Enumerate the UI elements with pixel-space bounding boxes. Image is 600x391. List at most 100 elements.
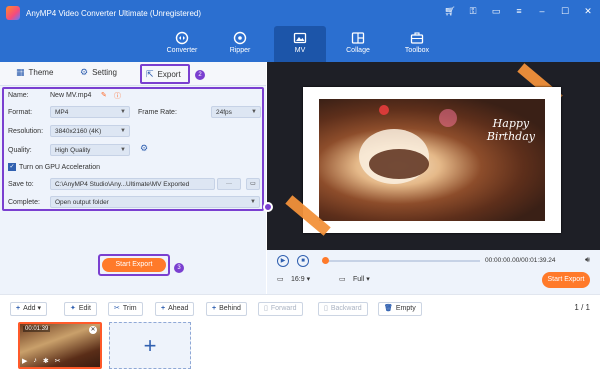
panel-resize-handle[interactable] xyxy=(263,202,273,212)
tab-theme-label: Theme xyxy=(28,68,54,77)
menu-icon[interactable]: ≡ xyxy=(513,6,525,17)
app-logo-icon xyxy=(6,6,20,20)
add-button[interactable]: + Add ▾ xyxy=(10,302,48,316)
info-icon[interactable]: ⓘ xyxy=(114,91,121,101)
resolution-value: 3840x2160 (4K) xyxy=(55,128,102,135)
tab-export[interactable]: ⇱ Export xyxy=(140,64,190,84)
start-export-button[interactable]: Start Export xyxy=(102,258,166,272)
trim-button[interactable]: ✂ Trim xyxy=(108,302,143,316)
ahead-icon: + xyxy=(161,305,166,312)
tab-export-label: Export xyxy=(157,69,181,79)
main-nav: Converter Ripper MV Collage Toolbox xyxy=(0,26,600,62)
complete-label: Complete: xyxy=(8,199,40,206)
display-icon: ▭ xyxy=(339,276,346,283)
behind-button[interactable]: + Behind xyxy=(206,302,247,316)
collage-icon xyxy=(351,32,365,44)
seek-handle[interactable] xyxy=(322,257,329,264)
quality-label: Quality: xyxy=(8,147,32,154)
step-badge-start-export: 3 xyxy=(174,263,184,273)
forward-icon: ▯ xyxy=(264,305,268,312)
birthday-caption: Happy Birthday xyxy=(487,117,535,143)
volume-icon[interactable]: 🔊︎ xyxy=(585,255,590,265)
key-icon[interactable]: ⚿ xyxy=(467,6,479,17)
close-icon[interactable]: ✕ xyxy=(582,6,594,17)
gpu-label: Turn on GPU Acceleration xyxy=(19,163,101,171)
chevron-down-icon: ▾ xyxy=(366,276,370,283)
nav-mv[interactable]: MV xyxy=(274,26,326,62)
converter-icon xyxy=(175,31,189,45)
magic-wand-icon: ✦ xyxy=(70,305,76,312)
quality-value: High Quality xyxy=(55,147,91,154)
player-export-button[interactable]: Start Export xyxy=(542,272,590,288)
forward-button[interactable]: ▯ Forward xyxy=(258,302,303,316)
zoom-select[interactable]: Full ▾ xyxy=(353,275,370,283)
aspect-ratio-value: 16:9 xyxy=(291,276,305,283)
name-value: New MV.mp4 xyxy=(50,92,92,99)
format-select[interactable]: MP4 ▼ xyxy=(50,106,130,118)
quality-settings-gear-icon[interactable]: ⚙ xyxy=(140,143,148,154)
title-bar: AnyMP4 Video Converter Ultimate (Unregis… xyxy=(0,0,600,26)
bokeh-light xyxy=(439,109,457,127)
edit-button[interactable]: ✦ Edit xyxy=(64,302,97,316)
name-label: Name: xyxy=(8,92,29,99)
play-icon[interactable]: ▶ xyxy=(277,255,289,267)
player-controls: ▶ ■ 00:00:00.00/00:01:39.24 🔊︎ ▭ 16:9 ▾ … xyxy=(267,250,600,294)
tab-theme[interactable]: ▦ Theme xyxy=(16,67,53,78)
timeline-clip[interactable]: 00:01:39 ✕ ▶ ♪ ✱ ✂ xyxy=(18,322,102,369)
toolbox-icon xyxy=(410,32,424,44)
ahead-button[interactable]: + Ahead xyxy=(155,302,195,316)
open-folder-icon[interactable]: ▭ xyxy=(246,178,260,190)
start-export-highlight: Start Export xyxy=(98,254,170,276)
gpu-checkbox[interactable]: ✓ xyxy=(8,163,16,171)
chevron-down-icon: ▼ xyxy=(120,128,126,134)
trim-label: Trim xyxy=(122,305,137,312)
caption-line-2: Birthday xyxy=(486,130,535,143)
save-to-label: Save to: xyxy=(8,181,34,188)
play-icon[interactable]: ▶ xyxy=(22,357,27,365)
timeline: 00:01:39 ✕ ▶ ♪ ✱ ✂ + xyxy=(0,322,600,391)
backward-label: Backward xyxy=(330,305,362,312)
stop-icon[interactable]: ■ xyxy=(297,255,309,267)
backward-button[interactable]: ▯ Backward xyxy=(318,302,368,316)
cart-icon[interactable]: 🛒︎ xyxy=(444,6,456,17)
edit-name-icon[interactable]: ✎ xyxy=(101,91,107,99)
effect-icon[interactable]: ✱ xyxy=(43,357,49,365)
nav-ripper[interactable]: Ripper xyxy=(214,26,266,62)
plus-icon: + xyxy=(16,305,21,312)
nav-toolbox[interactable]: Toolbox xyxy=(391,26,443,62)
tab-setting-label: Setting xyxy=(92,68,117,77)
aspect-ratio-select[interactable]: 16:9 ▾ xyxy=(291,275,310,283)
seek-bar[interactable] xyxy=(322,257,480,264)
ripper-icon xyxy=(233,31,247,45)
complete-select[interactable]: Open output folder ▼ xyxy=(50,196,260,208)
quality-select[interactable]: High Quality ▼ xyxy=(50,144,130,156)
tab-setting[interactable]: ⚙ Setting xyxy=(80,67,117,78)
nav-converter[interactable]: Converter xyxy=(156,26,208,62)
nav-collage[interactable]: Collage xyxy=(332,26,384,62)
maximize-icon[interactable]: ☐ xyxy=(559,6,571,17)
save-to-path[interactable]: C:\AnyMP4 Studio\Any...Ultimate\MV Expor… xyxy=(50,178,215,190)
preview-area: Happy Birthday xyxy=(263,62,600,250)
gpu-toggle[interactable]: ✓ Turn on GPU Acceleration xyxy=(8,163,100,171)
step-badge-export: 2 xyxy=(195,70,205,80)
edit-toolbar: + Add ▾ ✦ Edit ✂ Trim + Ahead + Behind ▯ Forwa… xyxy=(0,294,600,322)
empty-button[interactable]: 🗑︎ Empty xyxy=(378,302,422,316)
resolution-select[interactable]: 3840x2160 (4K) ▼ xyxy=(50,125,130,137)
add-clip-slot[interactable]: + xyxy=(109,322,191,369)
cherry-decoration xyxy=(379,105,389,115)
chat-icon[interactable]: ▭ xyxy=(490,6,502,17)
theme-icon: ▦ xyxy=(16,67,25,77)
frame-rate-select[interactable]: 24fps ▼ xyxy=(211,106,261,118)
settings-panel: ▦ Theme ⚙ Setting ⇱ Export 2 Name: New M… xyxy=(0,62,266,294)
volume-icon[interactable]: ♪ xyxy=(33,357,37,365)
browse-button[interactable]: ··· xyxy=(217,178,241,190)
format-value: MP4 xyxy=(55,109,69,116)
mv-icon xyxy=(293,32,307,44)
minimize-icon[interactable]: – xyxy=(536,6,548,17)
chevron-down-icon: ▾ xyxy=(37,305,42,312)
window-controls: 🛒︎ ⚿ ▭ ≡ – ☐ ✕ xyxy=(444,6,594,17)
scissors-icon: ✂ xyxy=(114,305,120,312)
scissors-icon[interactable]: ✂ xyxy=(55,357,61,365)
theme-frame: Happy Birthday xyxy=(303,87,561,233)
remove-clip-icon[interactable]: ✕ xyxy=(89,326,97,334)
